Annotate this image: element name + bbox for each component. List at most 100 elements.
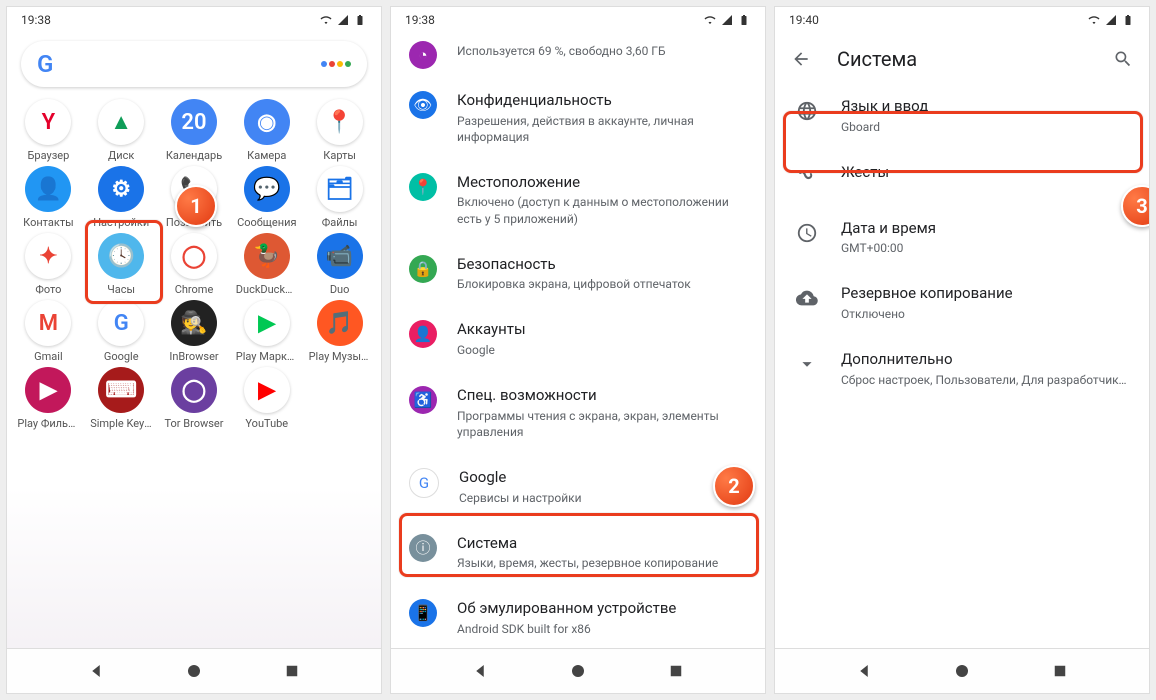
- app-simple keyboard[interactable]: ⌨ Simple Keyboard: [86, 367, 157, 430]
- app-позвонить[interactable]: 📞 Позвонить: [159, 166, 230, 229]
- row-subtitle: Разрешения, действия в аккаунте, личная …: [457, 113, 745, 145]
- app-play фильмы[interactable]: ▶Play Фильмы: [13, 367, 84, 430]
- app-icon: 👤: [25, 166, 71, 212]
- system-row[interactable]: Жесты: [775, 149, 1149, 205]
- app-label: Контакты: [23, 216, 74, 229]
- system-row[interactable]: ДополнительноСброс настроек, Пользовател…: [775, 336, 1149, 402]
- app-label: Часы: [107, 283, 135, 296]
- row-title: Конфиденциальность: [457, 91, 745, 111]
- app-календарь[interactable]: 20Календарь: [159, 99, 230, 162]
- row-title: Местоположение: [457, 173, 745, 193]
- app-настройки[interactable]: ⚙Настройки: [86, 166, 157, 229]
- row-title: Система: [457, 534, 745, 554]
- assistant-icon[interactable]: [321, 61, 351, 67]
- row-subtitle: Программы чтения с экрана, экран, элемен…: [457, 408, 745, 440]
- nav-back-icon[interactable]: [471, 662, 489, 680]
- row-subtitle: Сервисы и настройки: [459, 490, 745, 506]
- app-icon: 🕵: [171, 300, 217, 346]
- app-gmail[interactable]: MGmail: [13, 300, 84, 363]
- app-диск[interactable]: ▲Диск: [86, 99, 157, 162]
- android-navbar: [775, 648, 1149, 693]
- app-icon: G: [98, 300, 144, 346]
- app-файлы[interactable]: 🗂Файлы: [304, 166, 375, 229]
- android-navbar: [7, 648, 381, 693]
- nav-home-icon[interactable]: [185, 662, 203, 680]
- nav-back-icon[interactable]: [855, 662, 873, 680]
- battery-icon: [1121, 14, 1135, 26]
- app-часы[interactable]: 🕓Часы: [86, 233, 157, 296]
- app-inbrowser[interactable]: 🕵InBrowser: [159, 300, 230, 363]
- app-play маркет[interactable]: ▶Play Маркет: [231, 300, 302, 363]
- app-label: Simple Keyboard: [90, 417, 152, 430]
- app-icon: ⚙: [98, 166, 144, 212]
- nav-recent-icon[interactable]: [283, 662, 301, 680]
- row-title: Жесты: [841, 163, 1129, 183]
- row-icon: 📍: [409, 173, 437, 201]
- search-icon[interactable]: [1113, 49, 1133, 69]
- app-icon: ⌨: [98, 367, 144, 413]
- settings-row[interactable]: GGoogleСервисы и настройки: [391, 454, 765, 520]
- app-icon: 📞: [171, 166, 217, 212]
- app-контакты[interactable]: 👤 Контакты: [13, 166, 84, 229]
- nav-recent-icon[interactable]: [1051, 662, 1069, 680]
- row-title: Аккаунты: [457, 320, 745, 340]
- app-icon: ▶: [244, 367, 290, 413]
- settings-row[interactable]: 📱Об эмулированном устройствеAndroid SDK …: [391, 585, 765, 651]
- settings-row[interactable]: ⓘСистемаЯзыки, время, жесты, резервное к…: [391, 520, 765, 586]
- app-icon: ◯: [171, 233, 217, 279]
- app-label: Позвонить: [166, 216, 222, 229]
- settings-row[interactable]: 📍МестоположениеВключено (доступ к данным…: [391, 159, 765, 241]
- app-сообщения[interactable]: 💬Сообщения: [231, 166, 302, 229]
- settings-row[interactable]: 🔒БезопасностьБлокировка экрана, цифровой…: [391, 241, 765, 307]
- search-bar[interactable]: G: [21, 41, 367, 87]
- signal-icon: [720, 14, 734, 26]
- toolbar-title: Система: [837, 47, 1087, 71]
- app-label: Google: [104, 350, 139, 363]
- nav-recent-icon[interactable]: [667, 662, 685, 680]
- battery-icon: [737, 14, 751, 26]
- app-youtube[interactable]: ▶ YouTube: [231, 367, 302, 430]
- row-icon: 👤: [409, 320, 437, 348]
- back-icon[interactable]: [791, 49, 811, 69]
- app-google[interactable]: G Google: [86, 300, 157, 363]
- settings-row[interactable]: 👤 Аккаунты Google: [391, 306, 765, 372]
- row-icon: 📱: [409, 599, 437, 627]
- settings-row[interactable]: ♿Спец. возможностиПрограммы чтения с экр…: [391, 372, 765, 454]
- app-label: Play Музыка: [309, 350, 371, 363]
- row-subtitle: Языки, время, жесты, резервное копирован…: [457, 555, 745, 571]
- wifi-icon: [319, 14, 333, 26]
- app-duckduckgo[interactable]: 🦆DuckDuckGo: [231, 233, 302, 296]
- app-tor browser[interactable]: ◯Tor Browser: [159, 367, 230, 430]
- app-duo[interactable]: 📹Duo: [304, 233, 375, 296]
- app-play музыка[interactable]: 🎵 Play Музыка: [304, 300, 375, 363]
- app-фото[interactable]: ✦Фото: [13, 233, 84, 296]
- app-icon: 💬: [244, 166, 290, 212]
- system-row[interactable]: Дата и времяGMT+00:00: [775, 205, 1149, 271]
- app-label: YouTube: [245, 417, 288, 430]
- app-label: Play Маркет: [236, 350, 298, 363]
- settings-row[interactable]: 👁КонфиденциальностьРазрешения, действия …: [391, 77, 765, 159]
- wifi-icon: [703, 14, 717, 26]
- app-label: Play Фильмы: [17, 417, 79, 430]
- expand-icon: [793, 350, 821, 378]
- system-row[interactable]: Язык и вводGboard: [775, 83, 1149, 149]
- nav-home-icon[interactable]: [569, 662, 587, 680]
- system-row[interactable]: Резервное копированиеОтключено: [775, 270, 1149, 336]
- row-subtitle: Google: [457, 342, 745, 358]
- app-карты[interactable]: 📍Карты: [304, 99, 375, 162]
- app-icon: 🎵: [317, 300, 363, 346]
- app-браузер[interactable]: YБраузер: [13, 99, 84, 162]
- settings-row-storage[interactable]: ◔ Используется 69 %, свободно 3,60 ГБ: [391, 33, 765, 77]
- app-chrome[interactable]: ◯Chrome: [159, 233, 230, 296]
- row-title: Резервное копирование: [841, 284, 1129, 304]
- screen-settings: 19:38 ◔ Используется 69 %, свободно 3,60…: [390, 6, 766, 694]
- nav-home-icon[interactable]: [953, 662, 971, 680]
- app-label: Календарь: [166, 149, 222, 162]
- app-камера[interactable]: ◉Камера: [231, 99, 302, 162]
- app-label: Файлы: [322, 216, 358, 229]
- app-icon: ◯: [171, 367, 217, 413]
- apps-grid: YБраузер▲Диск20Календарь◉Камера📍Карты 👤 Ко…: [7, 89, 381, 440]
- signal-icon: [336, 14, 350, 26]
- row-subtitle: Блокировка экрана, цифровой отпечаток: [457, 276, 745, 292]
- nav-back-icon[interactable]: [87, 662, 105, 680]
